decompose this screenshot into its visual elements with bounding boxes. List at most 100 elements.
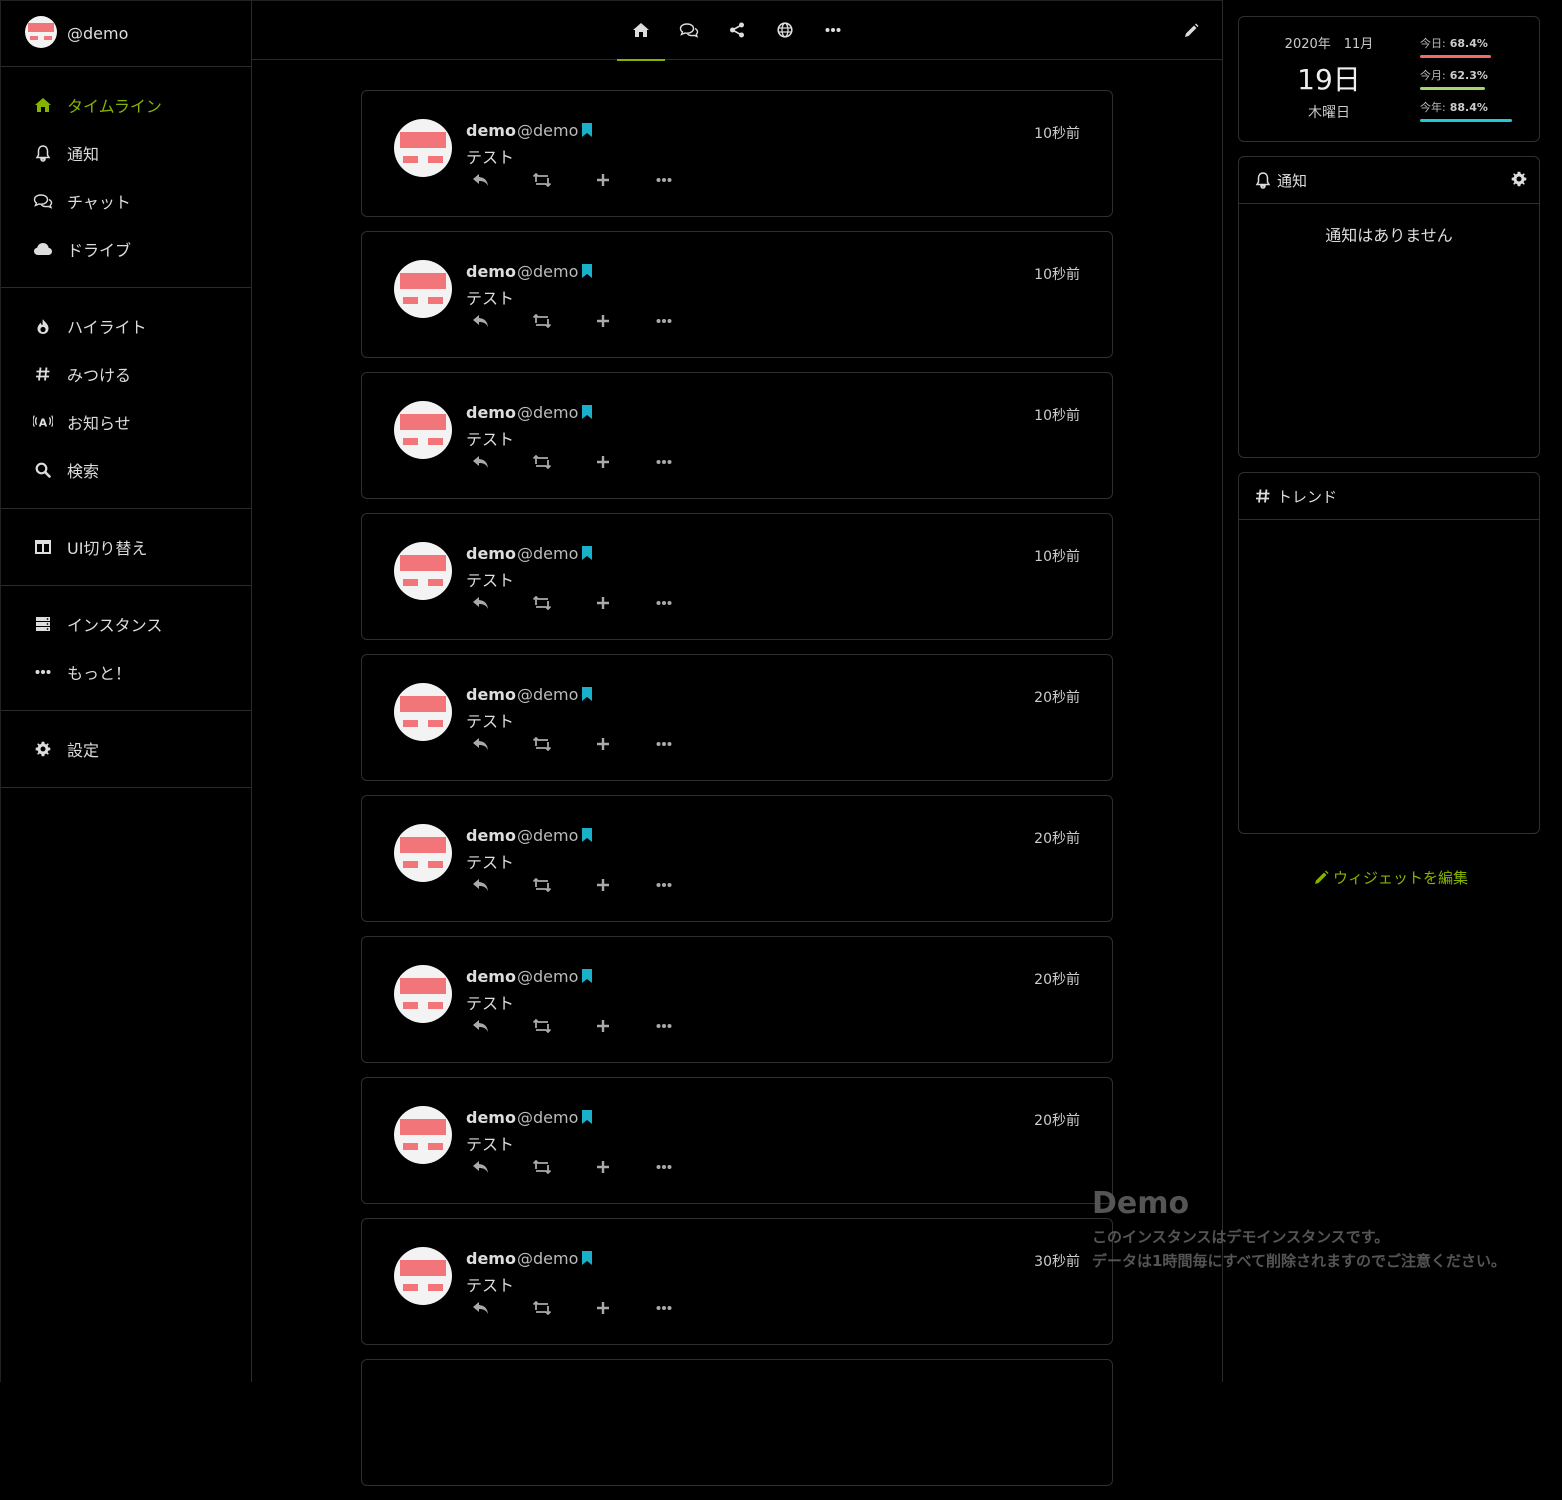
reply-button[interactable] — [470, 453, 492, 471]
note-author-name[interactable]: demo — [466, 544, 516, 563]
reaction-button[interactable] — [592, 312, 614, 330]
note-author-handle[interactable]: @demo — [517, 967, 578, 986]
avatar[interactable] — [394, 1106, 452, 1168]
tab-ellipsis[interactable] — [809, 0, 857, 60]
reaction-button[interactable] — [592, 1299, 614, 1317]
reaction-button[interactable] — [592, 171, 614, 189]
note-time[interactable]: 30秒前 — [1034, 1251, 1080, 1271]
reaction-button[interactable] — [592, 1017, 614, 1035]
account-header[interactable]: @demo — [1, 1, 251, 67]
sidebar-item[interactable]: ハイライト — [1, 302, 251, 350]
reply-button[interactable] — [470, 171, 492, 189]
renote-button[interactable] — [531, 453, 553, 471]
avatar[interactable] — [394, 965, 452, 1027]
reply-button[interactable] — [470, 735, 492, 753]
sidebar-item[interactable]: 通知 — [1, 129, 251, 177]
avatar[interactable] — [25, 15, 57, 52]
reaction-button[interactable] — [592, 594, 614, 612]
more-button[interactable] — [653, 594, 675, 612]
avatar[interactable] — [394, 1247, 452, 1309]
tab-globe[interactable] — [761, 0, 809, 60]
note-author-name[interactable]: demo — [466, 403, 516, 422]
note-author-name[interactable]: demo — [466, 262, 516, 281]
more-button[interactable] — [653, 1158, 675, 1176]
note-author-name[interactable]: demo — [466, 685, 516, 704]
renote-button[interactable] — [531, 735, 553, 753]
reaction-button[interactable] — [592, 876, 614, 894]
reply-button[interactable] — [470, 594, 492, 612]
reply-button[interactable] — [470, 1158, 492, 1176]
more-button[interactable] — [653, 171, 675, 189]
reply-button[interactable] — [470, 1299, 492, 1317]
note-author-handle[interactable]: @demo — [517, 262, 578, 281]
note-actions — [470, 312, 714, 330]
note-author-handle[interactable]: @demo — [517, 121, 578, 140]
gear-icon — [33, 739, 53, 759]
renote-button[interactable] — [531, 1299, 553, 1317]
sidebar-item[interactable]: 設定 — [1, 725, 251, 773]
sidebar-item[interactable]: インスタンス — [1, 600, 251, 648]
tab-home[interactable] — [617, 0, 665, 61]
sidebar-item[interactable]: タイムライン — [1, 81, 251, 129]
more-button[interactable] — [653, 735, 675, 753]
reaction-button[interactable] — [592, 735, 614, 753]
renote-button[interactable] — [531, 1017, 553, 1035]
sidebar-item[interactable]: UI切り替え — [1, 523, 251, 571]
avatar[interactable] — [394, 824, 452, 886]
reply-button[interactable] — [470, 1017, 492, 1035]
sidebar-item[interactable]: みつける — [1, 350, 251, 398]
note-time[interactable]: 20秒前 — [1034, 969, 1080, 989]
note-time[interactable]: 20秒前 — [1034, 828, 1080, 848]
note-author-name[interactable]: demo — [466, 1108, 516, 1127]
note-author-name[interactable]: demo — [466, 121, 516, 140]
avatar[interactable] — [394, 683, 452, 745]
renote-button[interactable] — [531, 876, 553, 894]
reaction-button[interactable] — [592, 453, 614, 471]
more-button[interactable] — [653, 312, 675, 330]
avatar[interactable] — [394, 119, 452, 181]
bell-icon — [33, 143, 53, 163]
note-author-handle[interactable]: @demo — [517, 685, 578, 704]
avatar[interactable] — [394, 542, 452, 604]
tab-share[interactable] — [713, 0, 761, 60]
note-author-name[interactable]: demo — [466, 967, 516, 986]
note-author-handle[interactable]: @demo — [517, 403, 578, 422]
renote-button[interactable] — [531, 171, 553, 189]
note-author-handle[interactable]: @demo — [517, 826, 578, 845]
renote-button[interactable] — [531, 594, 553, 612]
gear-icon[interactable] — [1511, 171, 1527, 191]
sidebar-item-label: ドライブ — [67, 241, 132, 260]
note-time[interactable]: 10秒前 — [1034, 264, 1080, 284]
note-time[interactable]: 10秒前 — [1034, 123, 1080, 143]
sidebar-item[interactable]: チャット — [1, 177, 251, 225]
tab-comments[interactable] — [665, 0, 713, 60]
sidebar-item[interactable]: 検索 — [1, 446, 251, 494]
note-author-handle[interactable]: @demo — [517, 1108, 578, 1127]
note-author-handle[interactable]: @demo — [517, 544, 578, 563]
note-time[interactable]: 20秒前 — [1034, 687, 1080, 707]
note-author-handle[interactable]: @demo — [517, 1249, 578, 1268]
compose-button[interactable] — [1180, 20, 1202, 42]
note-author-name[interactable]: demo — [466, 1249, 516, 1268]
reply-button[interactable] — [470, 876, 492, 894]
note-time[interactable]: 10秒前 — [1034, 405, 1080, 425]
avatar[interactable] — [394, 260, 452, 322]
more-button[interactable] — [653, 1017, 675, 1035]
sidebar-item[interactable]: ドライブ — [1, 225, 251, 273]
more-button[interactable] — [653, 876, 675, 894]
sidebar-item[interactable]: もっと！ — [1, 648, 251, 696]
renote-button[interactable] — [531, 312, 553, 330]
account-handle[interactable]: @demo — [67, 24, 128, 43]
more-button[interactable] — [653, 453, 675, 471]
reply-button[interactable] — [470, 312, 492, 330]
avatar[interactable] — [394, 401, 452, 463]
reaction-button[interactable] — [592, 1158, 614, 1176]
sidebar-item[interactable]: A お知らせ — [1, 398, 251, 446]
note-time[interactable]: 20秒前 — [1034, 1110, 1080, 1130]
edit-widgets-link[interactable]: ウィジェットを編集 — [1313, 867, 1468, 888]
sidebar-item-label: 通知 — [67, 145, 100, 164]
renote-button[interactable] — [531, 1158, 553, 1176]
note-author-name[interactable]: demo — [466, 826, 516, 845]
more-button[interactable] — [653, 1299, 675, 1317]
note-time[interactable]: 10秒前 — [1034, 546, 1080, 566]
